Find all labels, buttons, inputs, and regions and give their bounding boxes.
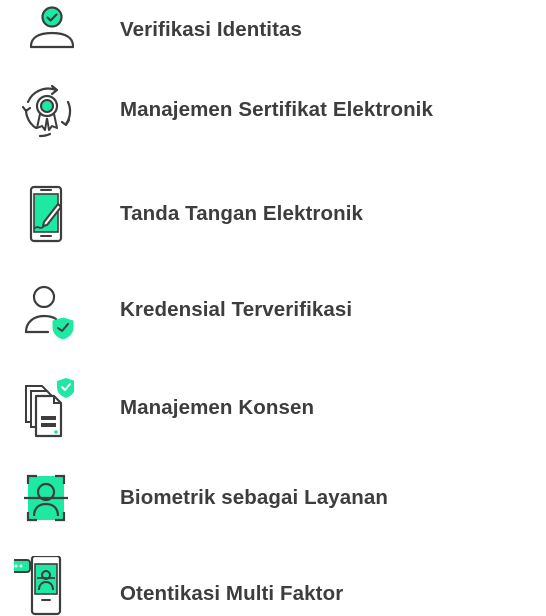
list-item: Manajemen Sertifikat Elektronik bbox=[0, 80, 546, 140]
list-item: Manajemen Konsen bbox=[0, 378, 546, 438]
documents-shield-icon bbox=[14, 378, 74, 438]
list-item: Verifikasi Identitas bbox=[0, 0, 546, 60]
list-item-label: Biometrik sebagai Layanan bbox=[120, 486, 388, 509]
user-shield-icon bbox=[14, 280, 74, 340]
phone-signature-icon bbox=[14, 184, 74, 244]
phone-otp-icon bbox=[14, 556, 74, 616]
list-item-label: Tanda Tangan Elektronik bbox=[120, 202, 364, 225]
list-item-label: Verifikasi Identitas bbox=[120, 18, 303, 41]
feature-list: Verifikasi Identitas Manajemen Sertifika… bbox=[0, 0, 546, 616]
list-item-label: Manajemen Sertifikat Elektronik bbox=[120, 98, 433, 121]
face-scan-icon bbox=[14, 468, 74, 528]
list-item-label: Kredensial Terverifikasi bbox=[120, 298, 353, 321]
certificate-cycle-icon bbox=[14, 80, 74, 140]
list-item: Tanda Tangan Elektronik bbox=[0, 184, 546, 244]
list-item: Otentikasi Multi Faktor bbox=[0, 556, 546, 616]
list-item: Biometrik sebagai Layanan bbox=[0, 468, 546, 528]
list-item-label: Otentikasi Multi Faktor bbox=[120, 582, 344, 605]
list-item-label: Manajemen Konsen bbox=[120, 396, 315, 419]
user-check-icon bbox=[14, 0, 74, 60]
list-item: Kredensial Terverifikasi bbox=[0, 280, 546, 340]
